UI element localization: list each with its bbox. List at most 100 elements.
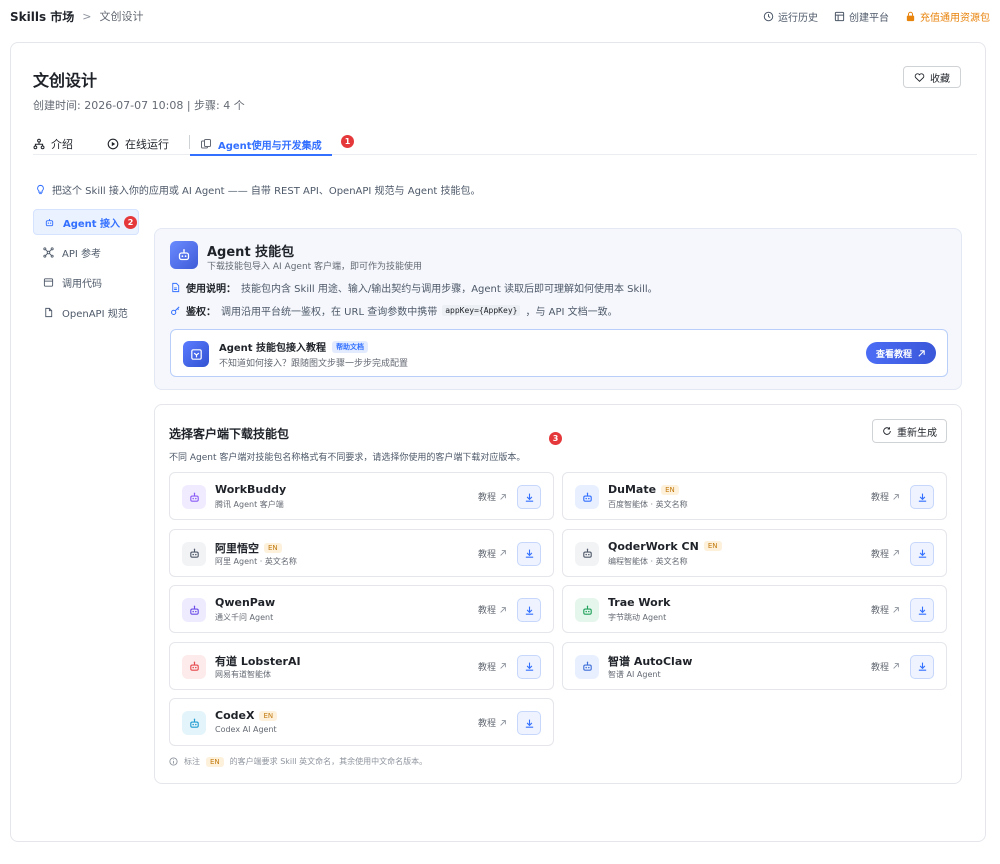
usage-label: 使用说明： xyxy=(186,284,236,295)
download-icon xyxy=(525,606,533,615)
view-tutorial-label: 查看教程 xyxy=(875,349,912,360)
network-icon xyxy=(43,246,54,258)
tab-divider xyxy=(189,135,190,149)
auth-text-a: 调用沿用平台统一鉴权，在 URL 查询参数中携带 xyxy=(221,307,438,318)
client-name: WorkBuddy xyxy=(215,483,287,496)
robot-icon xyxy=(582,661,592,671)
side-nav: Agent 接入 2 API 参考 调用代码 OpenAPI 规范 xyxy=(33,209,139,329)
client-subtitle: 百度智能体 · 英文名称 xyxy=(608,500,688,509)
download-button[interactable] xyxy=(517,711,541,735)
client-name-row: QoderWork CN EN xyxy=(608,540,722,553)
client-tutorial-link[interactable]: 教程 xyxy=(478,716,507,729)
download-icon xyxy=(918,549,926,558)
favorite-label: 收藏 xyxy=(930,73,950,85)
regenerate-label: 重新生成 xyxy=(897,427,937,439)
document-icon xyxy=(45,307,53,317)
sidenav-item-api[interactable]: API 参考 xyxy=(33,239,139,265)
main-card: 文创设计 创建时间: 2026-07-07 10:08 | 步骤: 4 个 收藏… xyxy=(10,42,986,842)
tab-intro[interactable]: 介绍 xyxy=(33,127,73,155)
download-button[interactable] xyxy=(910,541,934,566)
download-icon xyxy=(918,606,926,615)
download-button[interactable] xyxy=(517,654,541,679)
client-name: CodeX xyxy=(215,709,255,722)
external-arrow-icon xyxy=(500,663,506,669)
client-subtitle: 网易有道智能体 xyxy=(215,669,271,679)
breadcrumb-root[interactable]: Skills 市场 xyxy=(10,8,74,25)
client-note: 标注 EN 的客户端要求 Skill 英文命名，其余使用中文命名版本。 xyxy=(169,756,427,767)
client-tutorial-link[interactable]: 教程 xyxy=(478,547,507,560)
client-name-row: 智谱 AutoClaw xyxy=(608,653,692,669)
external-arrow-icon xyxy=(500,550,506,556)
client-name-row: Trae Work xyxy=(608,596,670,609)
regenerate-button[interactable]: 重新生成 xyxy=(872,419,947,443)
external-arrow-icon xyxy=(893,663,899,669)
client-tutorial-label: 教程 xyxy=(870,493,889,503)
client-tutorial-link[interactable]: 教程 xyxy=(478,490,507,503)
external-arrow-icon xyxy=(500,719,506,726)
sidenav-item-agent[interactable]: Agent 接入 2 xyxy=(33,209,139,235)
robot-icon xyxy=(189,548,199,558)
view-tutorial-button[interactable]: 查看教程 xyxy=(865,342,936,364)
tab-run-label: 在线运行 xyxy=(125,138,169,151)
robot-icon xyxy=(189,661,199,671)
en-tag: EN xyxy=(264,542,282,553)
client-tutorial-link[interactable]: 教程 xyxy=(871,547,900,560)
client-icon xyxy=(182,711,206,735)
tab-agent-integration[interactable]: Agent使用与开发集成 xyxy=(190,127,332,156)
client-tutorial-label: 教程 xyxy=(477,662,496,673)
download-button[interactable] xyxy=(910,485,934,509)
client-name-row: 有道 LobsterAI xyxy=(215,653,301,669)
create-platform-button[interactable]: 创建平台 xyxy=(834,9,889,24)
breadcrumb-separator: > xyxy=(82,9,92,23)
tab-run[interactable]: 在线运行 xyxy=(107,127,169,155)
robot-icon xyxy=(582,548,592,558)
sidenav-api-label: API 参考 xyxy=(62,248,101,260)
client-name-row: QwenPaw xyxy=(215,596,275,609)
client-tutorial-label: 教程 xyxy=(477,549,496,560)
heart-icon xyxy=(914,72,925,82)
run-history-button[interactable]: 运行历史 xyxy=(763,9,818,24)
client-tutorial-link[interactable]: 教程 xyxy=(478,660,507,673)
client-subtitle: 腾讯 Agent 客户端 xyxy=(215,500,284,509)
external-arrow-icon xyxy=(893,606,899,613)
download-icon xyxy=(918,662,926,671)
recharge-button[interactable]: 充值通用资源包 xyxy=(905,9,990,24)
client-icon xyxy=(182,654,206,679)
client-tutorial-link[interactable]: 教程 xyxy=(871,603,900,616)
client-icon xyxy=(575,654,599,679)
download-icon xyxy=(525,493,533,502)
intro-line: 把这个 Skill 接入你的应用或 AI Agent —— 自带 REST AP… xyxy=(35,182,481,197)
client-name: QoderWork CN xyxy=(608,539,699,553)
tab-intro-label: 介绍 xyxy=(51,138,73,151)
download-button[interactable] xyxy=(517,541,541,566)
sidenav-item-code[interactable]: 调用代码 xyxy=(33,269,139,295)
client-icon xyxy=(182,485,206,509)
client-subtitle: 通义千问 Agent xyxy=(215,613,274,622)
en-tag: EN xyxy=(703,541,722,551)
download-button[interactable] xyxy=(910,598,934,622)
download-button[interactable] xyxy=(517,485,541,509)
client-icon xyxy=(182,541,206,566)
client-card: QoderWork CN EN 编程智能体 · 英文名称 教程 xyxy=(562,528,947,577)
en-tag: EN xyxy=(259,710,278,721)
client-tutorial-link[interactable]: 教程 xyxy=(871,490,900,503)
agent-package-subtitle: 下载技能包导入 AI Agent 客户端，即可作为技能使用 xyxy=(207,262,423,272)
robot-icon xyxy=(178,249,190,261)
client-tutorial-link[interactable]: 教程 xyxy=(871,660,900,673)
sidenav-code-label: 调用代码 xyxy=(62,278,102,290)
usage-text: 技能包内含 Skill 用途、输入/输出契约与调用步骤，Agent 读取后即可理… xyxy=(241,284,658,295)
sidenav-item-openapi[interactable]: OpenAPI 规范 xyxy=(33,299,139,325)
client-card: QwenPaw 通义千问 Agent 教程 xyxy=(169,585,554,633)
download-button[interactable] xyxy=(517,598,541,622)
title-area: 文创设计 创建时间: 2026-07-07 10:08 | 步骤: 4 个 xyxy=(33,67,245,113)
breadcrumb-current: 文创设计 xyxy=(99,10,144,23)
client-name: DuMate xyxy=(608,483,657,496)
client-tutorial-link[interactable]: 教程 xyxy=(478,603,507,616)
favorite-button[interactable]: 收藏 xyxy=(903,66,961,88)
external-arrow-icon xyxy=(918,349,925,357)
download-icon xyxy=(525,662,533,671)
lightbulb-icon xyxy=(37,184,44,195)
robot-icon xyxy=(582,492,592,502)
intro-text: 把这个 Skill 接入你的应用或 AI Agent —— 自带 REST AP… xyxy=(52,186,481,197)
download-button[interactable] xyxy=(910,654,934,679)
